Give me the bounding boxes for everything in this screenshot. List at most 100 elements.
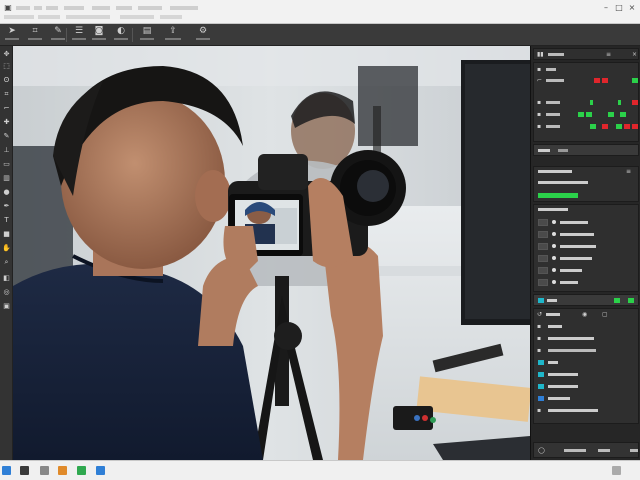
- menu-item[interactable]: [138, 6, 162, 10]
- app-icon[interactable]: [20, 466, 29, 475]
- history-item[interactable]: [548, 361, 558, 364]
- panel-menu-icon[interactable]: ≡: [606, 51, 611, 58]
- export-icon: ⇪: [169, 26, 177, 36]
- new-layer-icon[interactable]: [614, 298, 620, 303]
- eraser-icon[interactable]: ▭: [2, 160, 11, 169]
- lasso-icon[interactable]: ʘ: [2, 76, 11, 85]
- histogram-icon: ▮▮: [537, 51, 544, 58]
- menu-item[interactable]: [66, 15, 110, 19]
- layer-thumbnail: [538, 231, 548, 238]
- app-icon: ▣: [4, 3, 12, 12]
- eyedropper-icon: ⌐: [537, 77, 543, 84]
- layers-tool-button[interactable]: ☰: [68, 26, 90, 44]
- tab-properties[interactable]: [538, 149, 550, 152]
- layer-mask-icon[interactable]: [538, 298, 544, 303]
- pointer-icon: ➤: [8, 26, 16, 36]
- tab-adjustments[interactable]: [558, 149, 568, 152]
- duplicate-layer-icon[interactable]: [628, 298, 634, 303]
- pen-icon[interactable]: ✒: [2, 202, 11, 211]
- folder-tool-button[interactable]: ▤: [136, 26, 158, 44]
- history-item[interactable]: [548, 397, 570, 400]
- visibility-icon[interactable]: [552, 244, 556, 248]
- color-swatch-icon[interactable]: ◧: [2, 274, 11, 283]
- history-item[interactable]: [548, 373, 578, 376]
- camera-tool-button[interactable]: ◙: [88, 26, 110, 44]
- visibility-icon[interactable]: [552, 256, 556, 260]
- folder-icon[interactable]: [58, 466, 67, 475]
- menu-item[interactable]: [160, 15, 182, 19]
- menu-item[interactable]: [116, 6, 132, 10]
- history-panel: ↺ ◉ ▢ ▪ ▪ ▪ ▪: [533, 308, 639, 424]
- marquee-icon[interactable]: ⬚: [2, 62, 11, 71]
- snapshot-icon[interactable]: ◉: [582, 311, 587, 318]
- maximize-icon[interactable]: □: [613, 3, 625, 13]
- hand-icon[interactable]: ✋: [2, 244, 11, 253]
- layer-row[interactable]: [536, 265, 640, 275]
- new-doc-icon[interactable]: ▢: [602, 311, 608, 318]
- history-item[interactable]: [548, 385, 578, 388]
- notification-icon[interactable]: [612, 466, 621, 475]
- app-icon[interactable]: [96, 466, 105, 475]
- menu-item[interactable]: [46, 6, 58, 10]
- menu-item[interactable]: [170, 6, 198, 10]
- info-panel: ▪ ⌐ ▪ ▪ ▪: [533, 62, 639, 142]
- dodge-icon[interactable]: ●: [2, 188, 11, 197]
- folder-icon: ▤: [142, 26, 152, 36]
- layer-row[interactable]: [536, 229, 640, 239]
- history-item[interactable]: [548, 349, 596, 352]
- eyedropper-icon[interactable]: ⌐: [2, 104, 11, 113]
- adjust-tool-button[interactable]: ◐: [110, 26, 132, 44]
- screen-mode-icon[interactable]: ▣: [2, 302, 11, 311]
- brush-icon[interactable]: ✎: [2, 132, 11, 141]
- heal-icon[interactable]: ✚: [2, 118, 11, 127]
- status-badge: [538, 193, 578, 198]
- menu-item[interactable]: [38, 15, 60, 19]
- history-item[interactable]: [548, 409, 598, 412]
- menu-item[interactable]: [64, 6, 84, 10]
- export-tool-button[interactable]: ⇪: [162, 26, 184, 44]
- visibility-icon[interactable]: [552, 268, 556, 272]
- panel-options-icon[interactable]: ≡: [626, 168, 631, 175]
- crop-tool-button[interactable]: ⌗: [24, 26, 46, 44]
- layer-row[interactable]: [536, 217, 640, 227]
- history-item[interactable]: [548, 325, 562, 328]
- visibility-icon[interactable]: [552, 232, 556, 236]
- app-icon[interactable]: [40, 466, 49, 475]
- menu-item[interactable]: [4, 15, 34, 19]
- visibility-icon[interactable]: [552, 280, 556, 284]
- layer-row[interactable]: [536, 253, 640, 263]
- stamp-icon[interactable]: ⊥: [2, 146, 11, 155]
- gradient-icon[interactable]: ▥: [2, 174, 11, 183]
- layer-row[interactable]: [536, 277, 640, 287]
- red-readout: [594, 78, 600, 83]
- menu-item[interactable]: [92, 6, 110, 10]
- type-icon[interactable]: T: [2, 216, 11, 225]
- collapse-icon[interactable]: ×: [632, 51, 637, 58]
- minimize-icon[interactable]: –: [600, 3, 612, 13]
- main-toolbar: ➤ ⌗ ✎ ☰ ◙ ◐ ▤ ⇪ ⚙: [0, 24, 640, 46]
- layer-row[interactable]: [536, 241, 640, 251]
- start-icon[interactable]: [2, 466, 11, 475]
- title-menu-bar: ▣ – □ ×: [0, 0, 640, 24]
- move-icon[interactable]: ✥: [2, 50, 11, 59]
- image-canvas[interactable]: [13, 46, 530, 460]
- pointer-tool-button[interactable]: ➤: [1, 26, 23, 44]
- menu-item[interactable]: [16, 6, 30, 10]
- history-item[interactable]: [548, 337, 594, 340]
- visibility-icon[interactable]: [552, 220, 556, 224]
- settings-tool-button[interactable]: ⚙: [192, 26, 214, 44]
- shape-icon[interactable]: ■: [2, 230, 11, 239]
- photo: [13, 46, 530, 460]
- photo-editor-window: ▣ – □ × ➤ ⌗ ✎ ☰ ◙ ◐ ▤ ⇪ ⚙ ✥ ⬚ ʘ ⌗ ⌐ ✚ ✎ …: [0, 0, 640, 480]
- info-icon: ▪: [537, 66, 542, 73]
- zoom-icon[interactable]: ⌕: [2, 258, 11, 267]
- info-circle-icon[interactable]: ◯: [538, 447, 545, 454]
- close-icon[interactable]: ×: [626, 3, 638, 13]
- layer-thumbnail: [538, 243, 548, 250]
- menu-item[interactable]: [34, 6, 42, 10]
- panel-header: ▮▮ ≡ ×: [533, 48, 639, 60]
- crop-icon[interactable]: ⌗: [2, 90, 11, 99]
- mask-icon[interactable]: ◎: [2, 288, 11, 297]
- menu-item[interactable]: [120, 15, 154, 19]
- browser-icon[interactable]: [77, 466, 86, 475]
